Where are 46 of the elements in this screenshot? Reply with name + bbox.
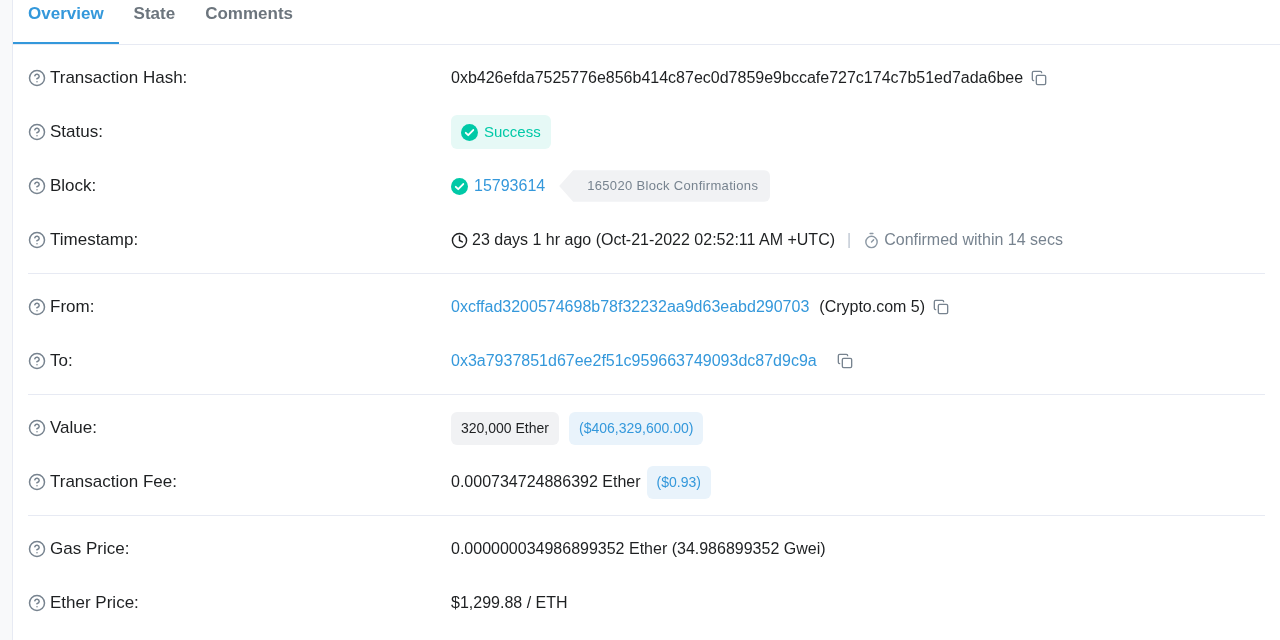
field-label: Value: [50, 417, 97, 440]
field-label: Gas Price: [50, 538, 130, 561]
block-link[interactable]: 15793614 [474, 174, 546, 198]
fee-amount: 0.000734724886392 Ether [451, 472, 641, 492]
tab[interactable]: Overview [13, 0, 119, 44]
address-link[interactable]: 0x3a7937851d67ee2f51c959663749093dc87d9c9a [451, 349, 817, 373]
copy-button[interactable] [1031, 70, 1048, 86]
field-label: Status: [50, 121, 103, 144]
timestamp-text: 23 days 1 hr ago (Oct-21-2022 02:52:11 AM +UTC) [472, 230, 835, 250]
field-label: Ether Price: [50, 592, 139, 615]
field-label: Transaction Fee: [50, 471, 177, 494]
field-value: 0.000000034986899352 Ether (34.986899352 Gwei) [451, 539, 826, 559]
usd-amount-badge: ($0.93) [646, 465, 711, 499]
address-label: (Crypto.com 5) [819, 297, 926, 317]
field-value: $1,299.88 / ETH [451, 593, 568, 613]
clock-icon [451, 231, 468, 249]
check-circle-icon [461, 123, 478, 141]
confirmations-badge: 165020 Block Confirmations [559, 170, 771, 202]
separator: | [847, 230, 852, 250]
copy-button[interactable] [836, 353, 853, 369]
help-icon[interactable] [28, 594, 46, 612]
tab[interactable]: Comments [190, 0, 309, 44]
confirmed-text: Confirmed within 14 secs [884, 230, 1063, 250]
help-icon[interactable] [28, 352, 46, 370]
help-icon[interactable] [28, 298, 46, 316]
field-label: Transaction Hash: [50, 67, 188, 90]
transaction-hash: 0xb426efda7525776e856b414c87ec0d7859e9bccafe727c174c7b51ed7ada6bee [451, 68, 1024, 88]
copy-button[interactable] [933, 299, 950, 315]
tab[interactable]: State [118, 0, 191, 44]
ether-amount-badge: 320,000 Ether [451, 411, 559, 445]
help-icon[interactable] [28, 123, 46, 141]
field-label: Timestamp: [50, 229, 139, 252]
help-icon[interactable] [28, 473, 46, 491]
help-icon[interactable] [28, 419, 46, 437]
usd-amount-badge: ($406,329,600.00) [568, 411, 704, 445]
help-icon[interactable] [28, 69, 46, 87]
timer-icon [863, 231, 881, 249]
field-label: To: [50, 350, 73, 373]
field-label: From: [50, 296, 95, 319]
check-circle-icon [451, 177, 468, 195]
field-label: Block: [50, 175, 97, 198]
address-link[interactable]: 0xcffad3200574698b78f32232aa9d63eabd290703 [451, 295, 810, 319]
help-icon[interactable] [28, 540, 46, 558]
help-icon[interactable] [28, 231, 46, 249]
status-badge: Success [451, 114, 551, 150]
help-icon[interactable] [28, 177, 46, 195]
